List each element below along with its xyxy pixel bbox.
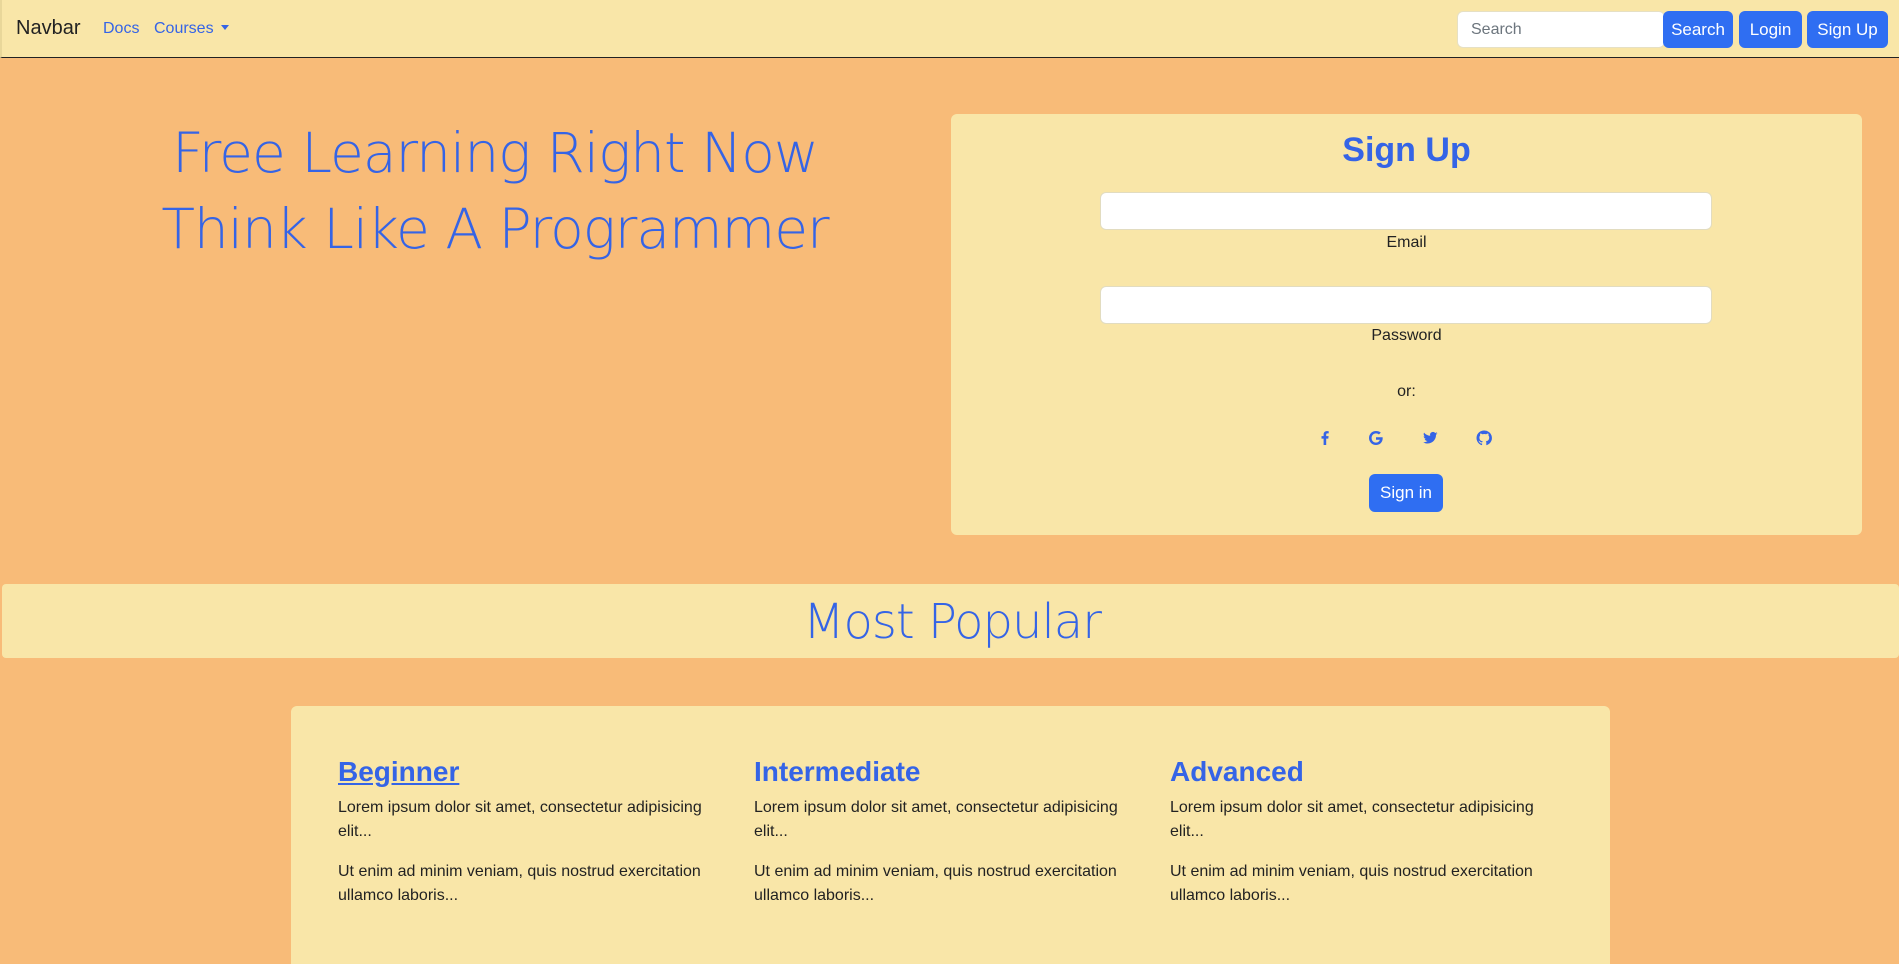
- email-field[interactable]: [1100, 192, 1712, 230]
- hero-heading: Free Learning Right Now Think Like A Pro…: [150, 115, 840, 267]
- signup-button[interactable]: Sign Up: [1807, 11, 1888, 48]
- search-input[interactable]: [1457, 11, 1665, 48]
- most-popular-band: Most Popular: [2, 584, 1899, 658]
- google-icon[interactable]: [1366, 428, 1386, 448]
- facebook-icon[interactable]: [1315, 428, 1335, 448]
- search-button[interactable]: Search: [1663, 11, 1733, 48]
- signup-title: Sign Up: [1342, 131, 1471, 169]
- course-intermediate: Intermediate Lorem ipsum dolor sit amet,…: [754, 756, 1134, 908]
- course-title-beginner[interactable]: Beginner: [338, 756, 459, 788]
- hero-line-1: Free Learning Right Now: [172, 121, 819, 185]
- email-label: Email: [1386, 234, 1427, 251]
- course-description: Lorem ipsum dolor sit amet, consectetur …: [1170, 799, 1534, 840]
- login-button[interactable]: Login: [1739, 11, 1802, 48]
- caret-down-icon: [220, 25, 229, 30]
- most-popular-title: Most Popular: [803, 594, 1102, 650]
- navbar-brand[interactable]: Navbar: [16, 17, 80, 40]
- or-divider-text: or:: [1397, 383, 1416, 400]
- nav-link-docs[interactable]: Docs: [103, 20, 139, 38]
- course-beginner: Beginner Lorem ipsum dolor sit amet, con…: [338, 756, 718, 908]
- github-icon[interactable]: [1474, 428, 1494, 448]
- courses-card: Beginner Lorem ipsum dolor sit amet, con…: [291, 706, 1610, 964]
- course-title-advanced[interactable]: Advanced: [1170, 756, 1304, 788]
- course-description: Lorem ipsum dolor sit amet, consectetur …: [338, 799, 702, 840]
- nav-dropdown-courses[interactable]: Courses: [154, 20, 229, 38]
- course-advanced: Advanced Lorem ipsum dolor sit amet, con…: [1170, 756, 1550, 908]
- course-title-intermediate[interactable]: Intermediate: [754, 756, 921, 788]
- hero-line-2: Think Like A Programmer: [161, 197, 829, 261]
- sign-in-button[interactable]: Sign in: [1369, 474, 1443, 512]
- course-description: Ut enim ad minim veniam, quis nostrud ex…: [754, 863, 1117, 904]
- course-description: Ut enim ad minim veniam, quis nostrud ex…: [1170, 863, 1533, 904]
- course-description: Lorem ipsum dolor sit amet, consectetur …: [754, 799, 1118, 840]
- twitter-icon[interactable]: [1420, 428, 1440, 448]
- password-field[interactable]: [1100, 286, 1712, 324]
- signup-card: Sign Up Email Password or: Sign in: [951, 114, 1862, 535]
- password-label: Password: [1371, 327, 1442, 344]
- course-description: Ut enim ad minim veniam, quis nostrud ex…: [338, 863, 701, 904]
- nav-dropdown-courses-label: Courses: [154, 20, 214, 37]
- navbar: Navbar Docs Courses Search Login Sign Up: [0, 0, 1899, 58]
